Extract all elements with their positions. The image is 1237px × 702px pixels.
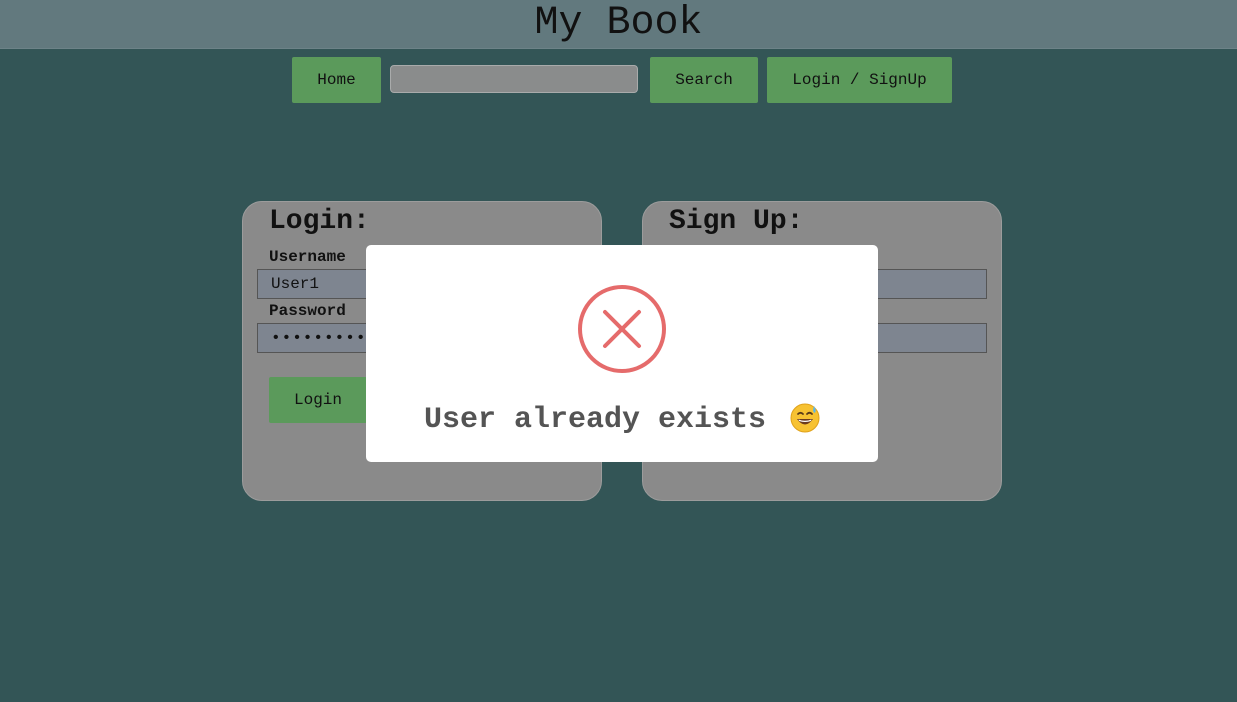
search-button[interactable]: Search: [650, 57, 758, 103]
app-title: My Book: [534, 1, 703, 46]
username-label: Username: [269, 248, 346, 266]
login-title: Login:: [269, 206, 370, 237]
error-modal: User already exists: [366, 245, 878, 462]
modal-message-row: User already exists: [366, 403, 878, 437]
grinning-sweat-emoji-icon: [790, 403, 820, 433]
search-input[interactable]: [390, 65, 638, 93]
signup-title: Sign Up:: [669, 206, 804, 237]
password-label: Password: [269, 302, 346, 320]
home-button[interactable]: Home: [292, 57, 381, 103]
nav-bar: Home Search Login / SignUp: [0, 57, 1237, 103]
header-bar: My Book: [0, 0, 1237, 49]
login-signup-button[interactable]: Login / SignUp: [767, 57, 952, 103]
login-button[interactable]: Login: [269, 377, 367, 423]
page: My Book Home Search Login / SignUp Login…: [0, 0, 1237, 702]
modal-message: User already exists: [423, 403, 767, 437]
error-x-icon: [578, 285, 666, 373]
